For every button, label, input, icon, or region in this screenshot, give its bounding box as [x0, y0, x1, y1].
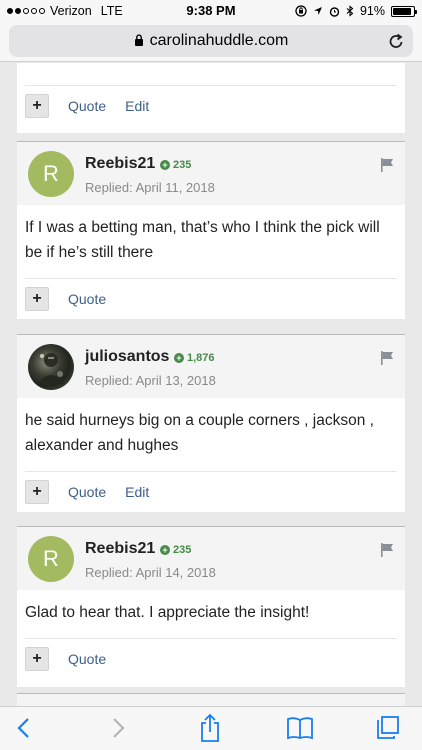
post-divider	[25, 278, 397, 279]
browser-address-area: carolinahuddle.com	[0, 22, 422, 62]
reputation-count: 235	[173, 159, 192, 171]
plus-circle-icon: +	[160, 545, 170, 555]
bluetooth-icon	[346, 5, 354, 17]
post-actions: + Quote	[25, 287, 106, 311]
post-actions: + Quote Edit	[25, 94, 149, 118]
multiquote-button[interactable]: +	[25, 94, 49, 118]
back-icon[interactable]	[16, 717, 32, 739]
username[interactable]: Reebis21	[85, 155, 155, 173]
reply-date: Replied: April 11, 2018	[85, 180, 215, 195]
reload-icon[interactable]	[388, 32, 404, 50]
edit-link[interactable]: Edit	[125, 484, 149, 500]
reputation-count: 1,876	[187, 352, 215, 364]
status-bar: Verizon LTE 9:38 PM 91%	[0, 0, 422, 22]
quote-link[interactable]: Quote	[68, 98, 106, 114]
page-content: + Quote Edit R Reebis21 +235 Replied: Ap…	[0, 63, 422, 706]
address-host-wrap: carolinahuddle.com	[9, 32, 413, 50]
reply-date: Replied: April 13, 2018	[85, 373, 216, 388]
battery-percent: 91%	[359, 4, 385, 18]
address-bar[interactable]: carolinahuddle.com	[9, 25, 413, 57]
battery-icon	[391, 5, 417, 17]
quote-link[interactable]: Quote	[68, 291, 106, 307]
avatar-letter: R	[43, 161, 59, 186]
bookmarks-icon[interactable]	[286, 716, 314, 740]
reputation-badge: +235	[160, 544, 191, 556]
username[interactable]: Reebis21	[85, 540, 155, 558]
post-divider	[25, 638, 397, 639]
lock-icon	[134, 34, 143, 46]
tabs-icon[interactable]	[374, 715, 400, 741]
share-icon[interactable]	[198, 713, 222, 743]
reputation-badge: +235	[160, 159, 191, 171]
location-icon	[313, 7, 322, 15]
reply-date: Replied: April 14, 2018	[85, 565, 216, 580]
multiquote-button[interactable]: +	[25, 287, 49, 311]
plus-circle-icon: +	[174, 353, 184, 363]
avatar-photo	[38, 353, 64, 384]
forum-post: juliosantos +1,876 Replied: April 13, 20…	[17, 334, 405, 512]
reputation-count: 235	[173, 544, 192, 556]
quote-link[interactable]: Quote	[68, 484, 106, 500]
address-host: carolinahuddle.com	[149, 32, 289, 49]
avatar[interactable]: R	[28, 151, 74, 197]
post-actions: + Quote Edit	[25, 480, 149, 504]
rotation-lock-icon	[295, 5, 307, 17]
post-actions: + Quote	[25, 647, 106, 671]
multiquote-button[interactable]: +	[25, 647, 49, 671]
previous-post: + Quote Edit	[17, 63, 405, 133]
next-post-edge	[17, 693, 405, 706]
quote-link[interactable]: Quote	[68, 651, 106, 667]
post-body: Glad to hear that. I appreciate the insi…	[25, 604, 310, 621]
flag-icon[interactable]	[381, 158, 394, 172]
browser-toolbar	[0, 706, 422, 750]
status-right: 91%	[295, 4, 417, 18]
post-divider	[25, 85, 397, 86]
post-body: he said hurneys big on a couple corners …	[25, 412, 374, 454]
post-header: juliosantos +1,876 Replied: April 13, 20…	[17, 334, 405, 398]
reputation-badge: +1,876	[174, 352, 215, 364]
forward-icon[interactable]	[110, 717, 126, 739]
post-body: If I was a betting man, that’s who I thi…	[25, 219, 380, 261]
plus-circle-icon: +	[160, 160, 170, 170]
forum-post: R Reebis21 +235 Replied: April 11, 2018 …	[17, 141, 405, 319]
username[interactable]: juliosantos	[85, 348, 169, 366]
avatar[interactable]	[28, 344, 74, 390]
edit-link[interactable]: Edit	[125, 98, 149, 114]
alarm-icon	[329, 6, 340, 17]
flag-icon[interactable]	[381, 351, 394, 365]
multiquote-button[interactable]: +	[25, 480, 49, 504]
post-header: R Reebis21 +235 Replied: April 14, 2018	[17, 526, 405, 590]
avatar[interactable]: R	[28, 536, 74, 582]
post-divider	[25, 471, 397, 472]
avatar-letter: R	[43, 546, 59, 571]
forum-post: R Reebis21 +235 Replied: April 14, 2018 …	[17, 526, 405, 687]
post-header: R Reebis21 +235 Replied: April 11, 2018	[17, 141, 405, 205]
flag-icon[interactable]	[381, 543, 394, 557]
